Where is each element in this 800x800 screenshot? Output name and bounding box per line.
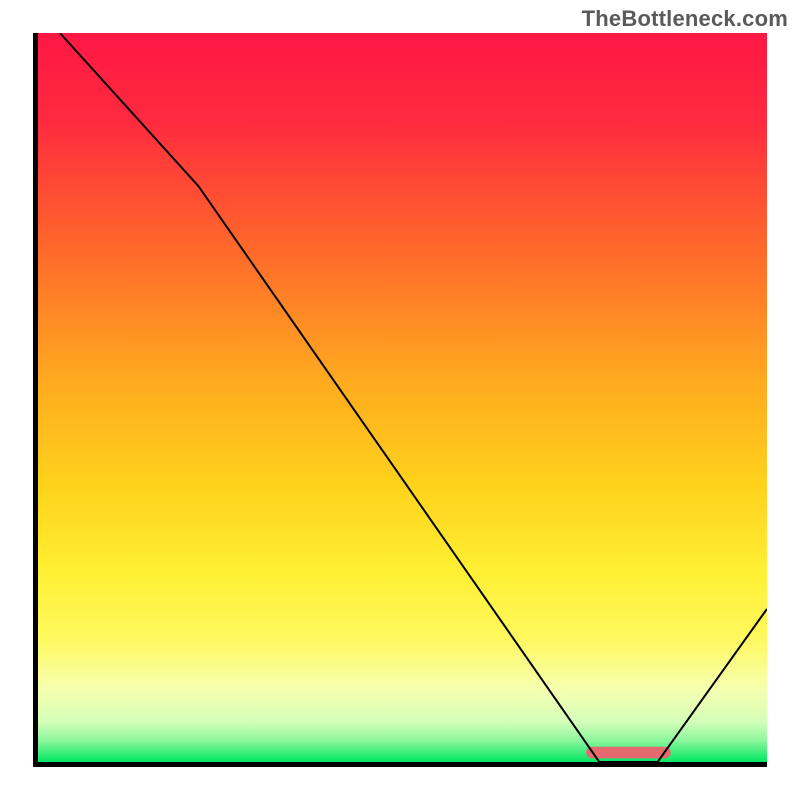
plot-area [33,33,767,767]
gradient-background [38,33,767,762]
watermark-label: TheBottleneck.com [582,6,788,32]
chart-frame: TheBottleneck.com [0,0,800,800]
plot-svg [38,33,767,762]
